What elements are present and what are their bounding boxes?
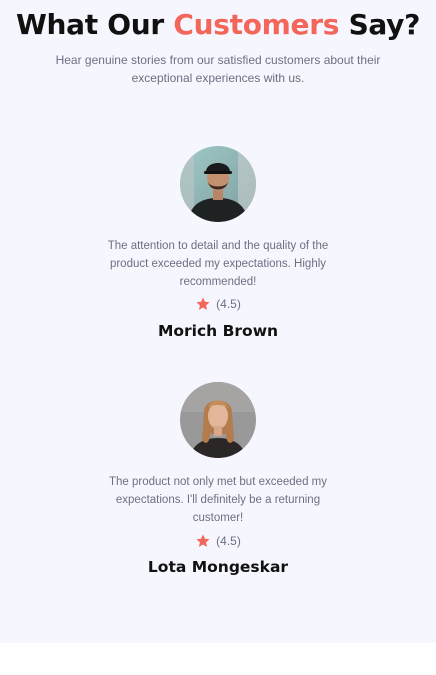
rating-value: (4.5) [216, 534, 241, 548]
testimonial-quote: The product not only met but exceeded my… [109, 476, 327, 524]
avatar [180, 382, 256, 458]
avatar [180, 146, 256, 222]
customer-name: Lota Mongeskar [147, 558, 289, 576]
rating: (4.5) [0, 296, 436, 312]
section-subtitle: Hear genuine stories from our satisfied … [55, 53, 381, 85]
rating: (4.5) [0, 533, 436, 549]
testimonials-section: What Our Customers Say? Hear genuine sto… [0, 0, 436, 643]
rating-value: (4.5) [216, 297, 241, 311]
testimonial-quote: The attention to detail and the quality … [107, 240, 329, 288]
star-icon [196, 534, 210, 547]
title-accent: Customers [173, 8, 340, 41]
customer-name: Morich Brown [157, 322, 279, 340]
star-icon [196, 297, 210, 310]
title-prefix: What Our [15, 8, 164, 41]
title-suffix: Say? [348, 8, 421, 41]
section-title: What Our Customers Say? [0, 6, 436, 44]
